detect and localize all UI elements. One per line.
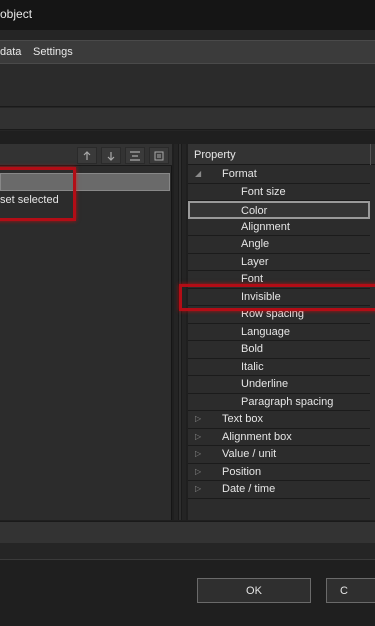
title-bar: object [0,0,375,30]
property-panel: Property ◢ Format Font size Color Alignm… [188,144,375,520]
arrow-down-icon[interactable] [101,147,121,164]
status-bar [0,521,375,543]
property-bold[interactable]: Bold [188,341,370,359]
group-format[interactable]: ◢ Format [188,166,370,184]
highlight-frame-right [179,284,375,311]
object-list-toolbar [0,144,172,166]
group-alignment-box[interactable]: ▷ Alignment box [188,428,370,446]
property-underline[interactable]: Underline [188,376,370,394]
collapsed-arrow-icon: ▷ [195,466,202,476]
menu-item-data[interactable]: data [0,46,21,58]
property-color[interactable]: Color [188,201,370,219]
collapsed-arrow-icon: ▷ [195,484,202,493]
property-language[interactable]: Language [188,323,370,341]
toolbar [0,64,375,107]
property-header-label: Property [194,149,236,161]
window-title: object [0,7,33,21]
property-italic[interactable]: Italic [188,358,370,376]
group-position[interactable]: ▷ Position [188,463,370,481]
spacing-icon[interactable] [125,147,145,164]
dialog-footer [0,559,375,626]
menu-bar: data Settings [0,40,375,64]
property-layer[interactable]: Layer [188,253,370,271]
property-angle[interactable]: Angle [188,236,370,254]
highlight-frame-left [0,167,76,221]
collapsed-arrow-icon: ▷ [195,414,202,423]
property-font-size[interactable]: Font size [188,183,370,201]
menu-item-settings[interactable]: Settings [33,46,73,58]
arrow-up-icon[interactable] [77,147,97,164]
cancel-button[interactable]: C [326,578,375,603]
expanded-arrow-icon: ◢ [195,169,202,178]
group-value-unit[interactable]: ▷ Value / unit [188,446,370,464]
list-icon[interactable] [149,147,169,164]
property-alignment[interactable]: Alignment [188,218,370,236]
secondary-bar [0,108,375,130]
collapsed-arrow-icon: ▷ [195,431,202,441]
panel-splitter[interactable] [174,144,186,520]
ok-button[interactable]: OK [197,578,311,603]
property-header: Property [188,144,375,165]
group-text-box[interactable]: ▷ Text box [188,411,370,429]
group-date-time[interactable]: ▷ Date / time [188,481,370,499]
collapsed-arrow-icon: ▷ [195,449,202,458]
property-paragraph-spacing[interactable]: Paragraph spacing [188,393,370,411]
